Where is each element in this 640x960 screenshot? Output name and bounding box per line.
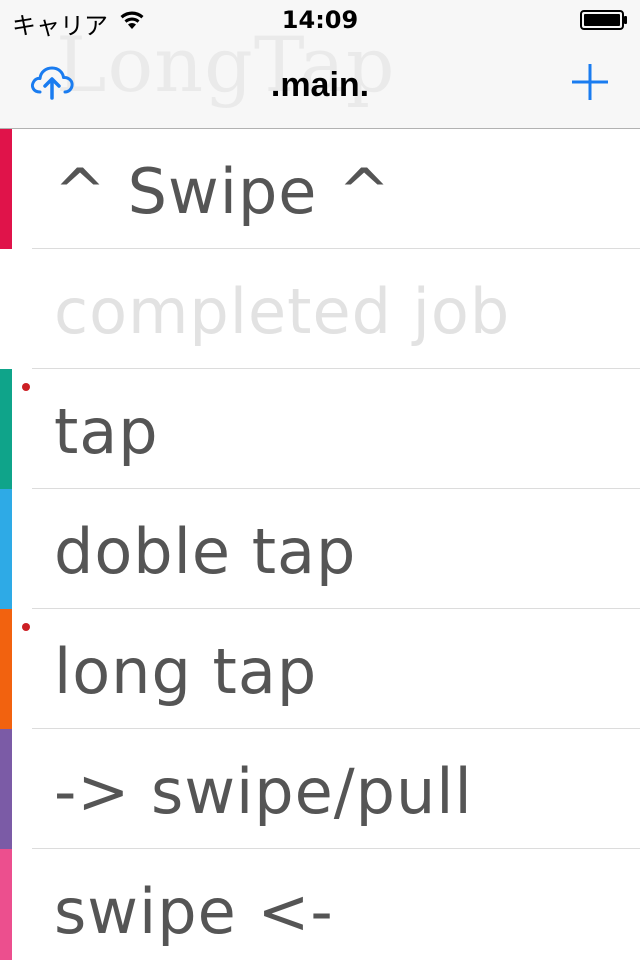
battery-icon [580, 10, 627, 30]
task-label: completed job [54, 275, 511, 348]
status-bar: キャリア 14:09 [0, 0, 640, 40]
navigation-bar: .main. [0, 40, 640, 128]
task-row[interactable]: tap [0, 369, 640, 489]
task-label: doble tap [54, 515, 357, 588]
app-screen: LongTap キャリア 14:09 .main. ^ Swipe ^ comp… [0, 0, 640, 960]
task-color-bar [0, 489, 12, 609]
task-row[interactable]: completed job [0, 249, 640, 369]
task-row[interactable]: -> swipe/pull [0, 729, 640, 849]
flag-dot-icon [22, 623, 30, 631]
flag-dot-icon [22, 383, 30, 391]
task-label: swipe <- [54, 875, 334, 948]
task-color-bar [0, 729, 12, 849]
plus-icon [572, 64, 608, 100]
task-label: -> swipe/pull [54, 755, 473, 828]
top-bar: LongTap キャリア 14:09 .main. [0, 0, 640, 129]
task-label: tap [54, 395, 159, 468]
task-color-bar [0, 369, 12, 489]
task-row[interactable]: doble tap [0, 489, 640, 609]
task-color-bar [0, 609, 12, 729]
task-row[interactable]: long tap [0, 609, 640, 729]
task-label: long tap [54, 635, 318, 708]
task-list: ^ Swipe ^ completed job tap doble tap lo… [0, 129, 640, 960]
nav-title: .main. [270, 66, 370, 104]
add-task-button[interactable] [570, 62, 610, 102]
task-row[interactable]: ^ Swipe ^ [0, 129, 640, 249]
task-color-bar [0, 129, 12, 249]
task-color-bar [0, 849, 12, 960]
clock: 14:09 [281, 6, 359, 34]
task-row[interactable]: swipe <- [0, 849, 640, 960]
task-label: ^ Swipe ^ [54, 155, 392, 228]
